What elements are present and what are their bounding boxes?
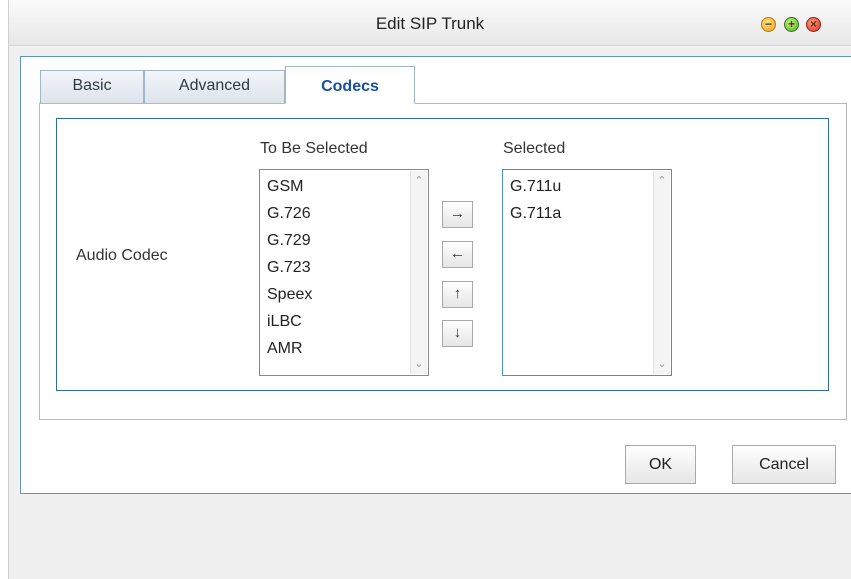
move-right-button[interactable]: → <box>442 201 473 228</box>
list-item-g711u[interactable]: G.711u <box>510 177 561 196</box>
close-icon[interactable]: × <box>806 17 821 32</box>
tab-basic[interactable]: Basic <box>40 70 144 104</box>
list-item-ilbc[interactable]: iLBC <box>267 312 302 331</box>
chevron-down-icon[interactable]: ⌄ <box>411 356 427 372</box>
move-down-button[interactable]: ↓ <box>442 320 473 347</box>
list-item-gsm[interactable]: GSM <box>267 177 303 196</box>
move-up-button[interactable]: ↑ <box>442 281 473 308</box>
scrollbar[interactable]: ⌃ ⌄ <box>410 171 427 374</box>
minimize-glyph: − <box>764 17 772 31</box>
tab-codecs[interactable]: Codecs <box>285 66 415 104</box>
minimize-icon[interactable]: − <box>761 17 776 32</box>
audio-codec-label: Audio Codec <box>76 247 168 264</box>
available-codecs-list[interactable]: GSM G.726 G.729 G.723 Speex iLBC AMR ⌃ ⌄ <box>259 169 429 376</box>
background-strip <box>0 0 8 579</box>
chevron-up-icon[interactable]: ⌃ <box>411 173 427 189</box>
list-item-amr[interactable]: AMR <box>267 339 303 358</box>
window-title: Edit SIP Trunk <box>375 14 485 33</box>
list-item-g729[interactable]: G.729 <box>267 231 311 250</box>
maximize-icon[interactable]: + <box>784 17 799 32</box>
ok-button[interactable]: OK <box>625 445 696 484</box>
move-left-button[interactable]: ← <box>442 241 473 268</box>
close-glyph: × <box>809 17 817 31</box>
scrollbar[interactable]: ⌃ ⌄ <box>653 171 670 374</box>
list-item-g711a[interactable]: G.711a <box>510 204 561 223</box>
tab-advanced[interactable]: Advanced <box>144 70 285 104</box>
list-item-g726[interactable]: G.726 <box>267 204 311 223</box>
list-item-speex[interactable]: Speex <box>267 285 312 304</box>
chevron-down-icon[interactable]: ⌄ <box>654 356 670 372</box>
list-item-g723[interactable]: G.723 <box>267 258 311 277</box>
title-bar: Edit SIP Trunk − + × <box>9 0 851 46</box>
cancel-button[interactable]: Cancel <box>732 445 836 484</box>
selected-list-label: Selected <box>503 140 566 157</box>
maximize-glyph: + <box>787 17 795 31</box>
chevron-up-icon[interactable]: ⌃ <box>654 173 670 189</box>
available-list-label: To Be Selected <box>260 140 368 157</box>
selected-codecs-list[interactable]: G.711u G.711a ⌃ ⌄ <box>502 169 672 376</box>
